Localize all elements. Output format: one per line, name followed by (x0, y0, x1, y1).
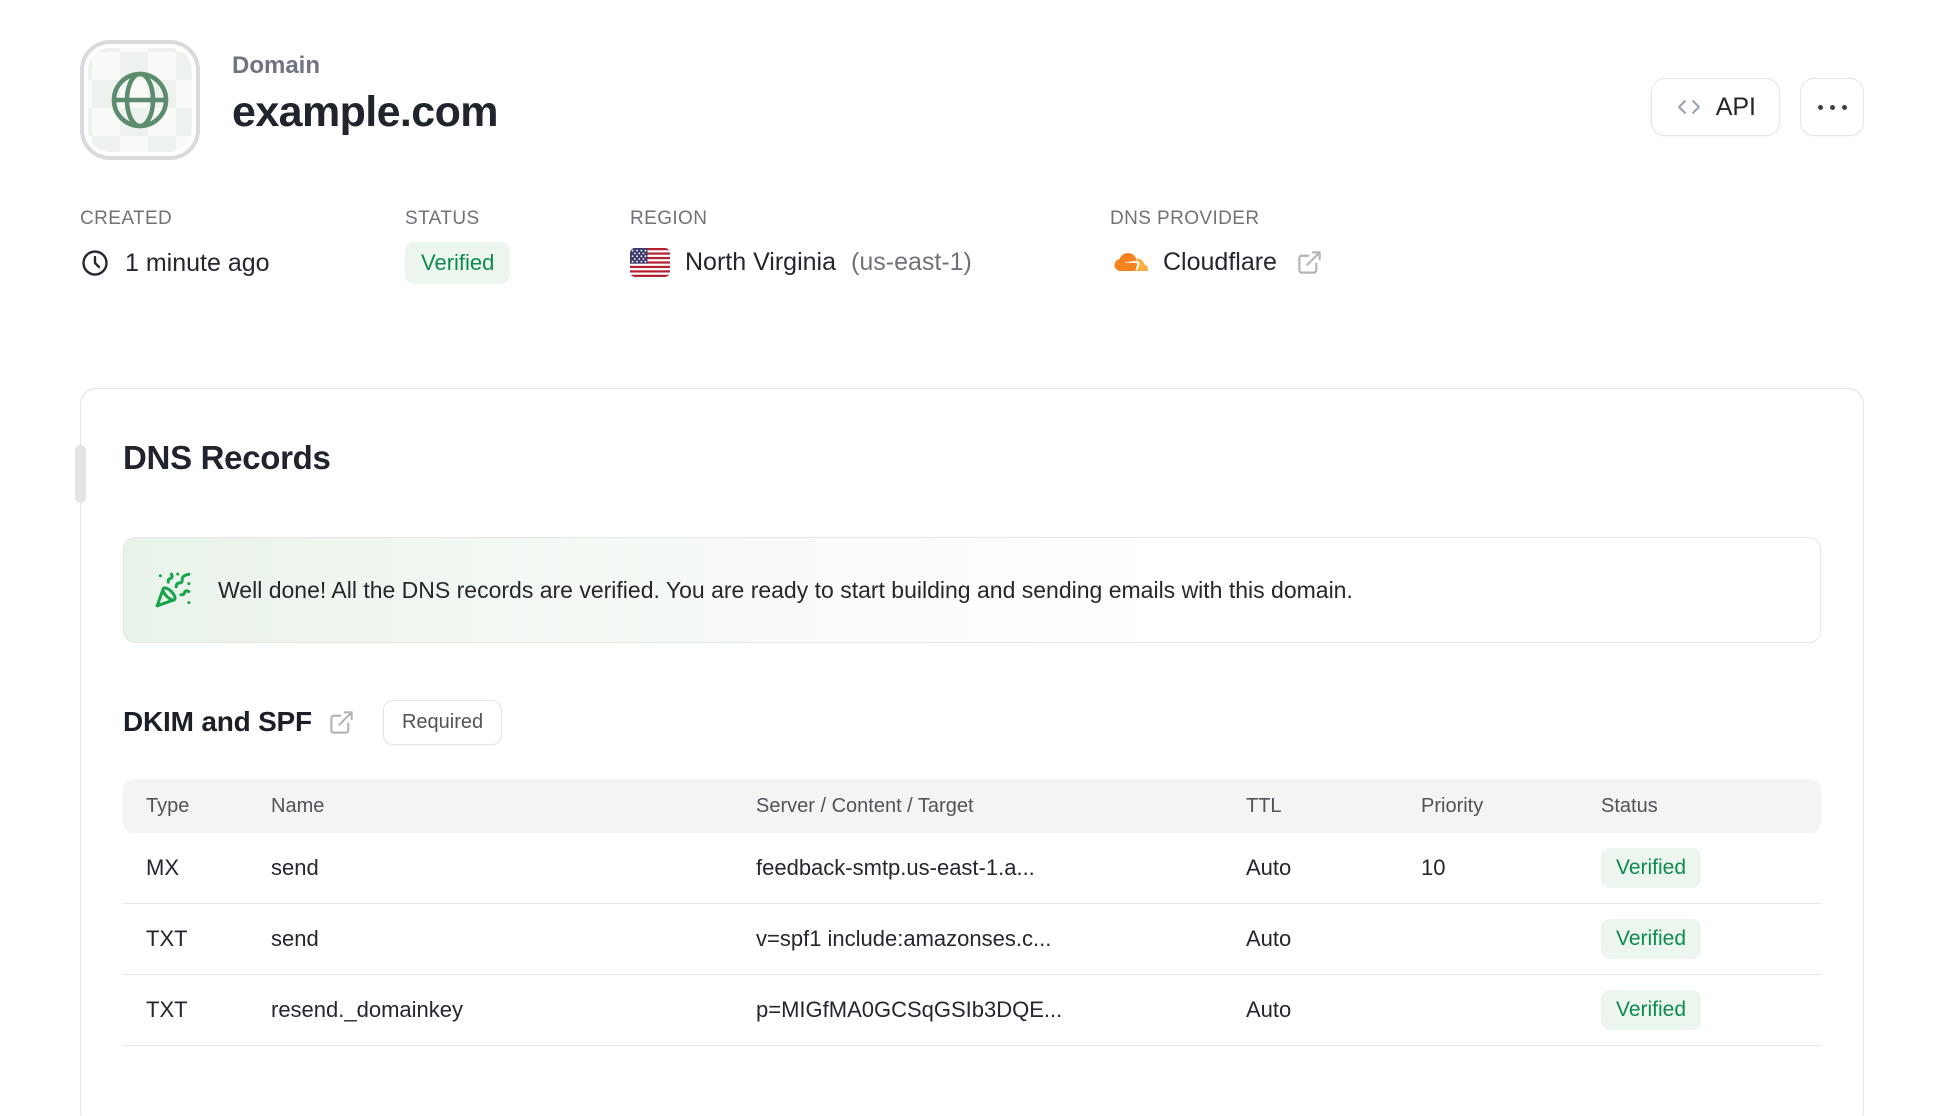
party-popper-icon (154, 571, 192, 609)
record-priority: 10 (1421, 855, 1446, 880)
record-status: Verified (1601, 990, 1821, 1030)
header-name: Name (271, 794, 325, 817)
region-value: North Virginia (685, 248, 837, 276)
table-row: TXT resend._domainkey p=MIGfMA0GCSqGSIb3… (123, 975, 1821, 1046)
dns-records-table: Type Name Server / Content / Target TTL … (123, 779, 1821, 1046)
header-ttl: TTL (1246, 794, 1282, 817)
header-content: Server / Content / Target (756, 794, 974, 817)
external-link-icon[interactable] (1296, 249, 1323, 276)
meta-dns-provider: DNS PROVIDER Cloudflare (1110, 208, 1323, 284)
api-button[interactable]: API (1650, 78, 1780, 136)
page-kicker: Domain (232, 52, 321, 79)
status-badge: Verified (405, 242, 511, 284)
status-badge: Verified (1601, 990, 1702, 1030)
dns-records-title: DNS Records (123, 439, 331, 476)
page-header: Domain example.com API (80, 40, 1864, 160)
table-row: MX send feedback-smtp.us-east-1.a... Aut… (123, 833, 1821, 904)
created-value: 1 minute ago (125, 248, 270, 277)
header-type: Type (146, 794, 190, 817)
domain-avatar (80, 40, 200, 160)
region-label: REGION (630, 208, 708, 229)
success-banner: Well done! All the DNS records are verif… (123, 537, 1821, 643)
header-actions: API (1650, 78, 1864, 136)
globe-icon (107, 67, 173, 133)
record-type: TXT (146, 997, 188, 1022)
record-type: MX (146, 855, 179, 880)
required-badge: Required (382, 699, 503, 745)
success-banner-text: Well done! All the DNS records are verif… (218, 576, 1353, 603)
dkim-spf-title: DKIM and SPF (123, 706, 312, 737)
ellipsis-icon (1817, 104, 1823, 110)
status-badge: Verified (1601, 919, 1702, 959)
table-body: MX send feedback-smtp.us-east-1.a... Aut… (123, 833, 1821, 1046)
cloudflare-icon (1110, 249, 1148, 276)
external-link-icon[interactable] (328, 709, 355, 736)
table-row: TXT send v=spf1 include:amazonses.c... A… (123, 904, 1821, 975)
record-status: Verified (1601, 919, 1821, 959)
record-content[interactable]: v=spf1 include:amazonses.c... (756, 926, 1246, 952)
dns-provider-value: Cloudflare (1163, 248, 1277, 276)
section-indicator (75, 445, 86, 503)
code-icon (1675, 93, 1703, 121)
api-button-label: API (1715, 92, 1756, 121)
header-priority: Priority (1421, 794, 1484, 817)
dkim-spf-section-header: DKIM and SPF Required (123, 699, 1821, 745)
meta-region: REGION North Virginia (us-east-1) (630, 208, 1110, 284)
domain-detail-page: Domain example.com API CREATED 1 minute … (0, 0, 1944, 1116)
created-label: CREATED (80, 208, 173, 229)
record-name: send (271, 926, 319, 951)
record-ttl: Auto (1246, 855, 1292, 880)
page-title: example.com (232, 88, 498, 136)
region-code: (us-east-1) (851, 248, 972, 276)
dns-provider-label: DNS PROVIDER (1110, 208, 1260, 229)
table-header-row: Type Name Server / Content / Target TTL … (123, 779, 1821, 833)
meta-status: STATUS Verified (405, 208, 630, 284)
header-text: Domain example.com (232, 52, 498, 137)
meta-created: CREATED 1 minute ago (80, 208, 405, 284)
record-name: resend._domainkey (271, 997, 464, 1022)
record-content[interactable]: feedback-smtp.us-east-1.a... (756, 855, 1246, 881)
dns-records-card: DNS Records Well done! All the DNS recor… (75, 388, 1864, 1116)
record-content[interactable]: p=MIGfMA0GCSqGSIb3DQE... (756, 997, 1246, 1023)
more-options-button[interactable] (1800, 78, 1864, 136)
record-type: TXT (146, 926, 188, 951)
domain-meta: CREATED 1 minute ago STATUS Verified REG… (80, 208, 1864, 284)
clock-icon (80, 248, 110, 278)
status-label: STATUS (405, 208, 480, 229)
us-flag-icon (630, 248, 670, 277)
record-name: send (271, 855, 319, 880)
record-ttl: Auto (1246, 997, 1292, 1022)
header-status: Status (1601, 794, 1658, 817)
record-ttl: Auto (1246, 926, 1292, 951)
record-status: Verified (1601, 848, 1821, 888)
status-badge: Verified (1601, 848, 1702, 888)
